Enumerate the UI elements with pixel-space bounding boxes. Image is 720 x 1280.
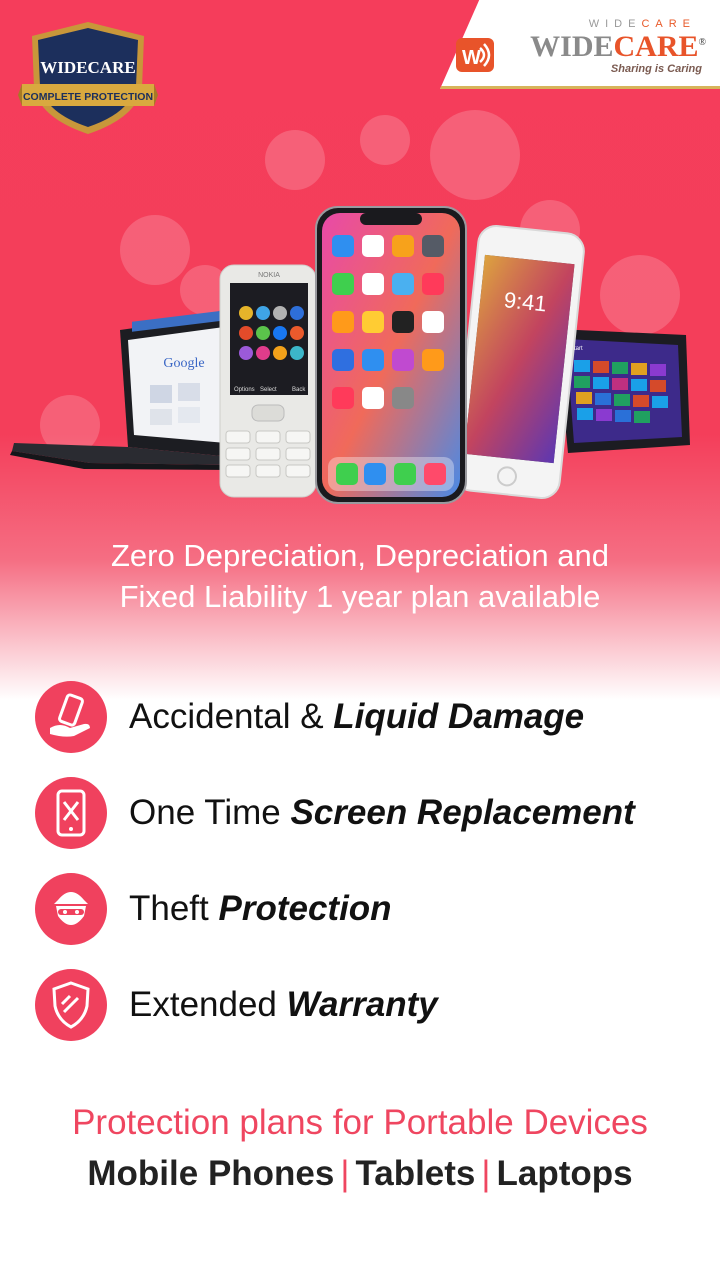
app-icon: [332, 311, 354, 333]
brand-logo: WIDECARE W WIDECARE® Sharing is Caring: [436, 0, 720, 90]
app-icon: [362, 387, 384, 409]
logo-name-a: WIDE: [530, 30, 614, 63]
shield-check-icon: [35, 969, 107, 1041]
footer-item-laptops: Laptops: [496, 1154, 633, 1193]
footer-separator: |: [481, 1154, 491, 1193]
feature-plain-text: Theft: [129, 889, 219, 928]
app-icon: [422, 235, 444, 257]
shield-badge-icon: WIDECARE COMPLETE PROTECTION: [18, 22, 158, 134]
svg-text:W: W: [462, 47, 481, 69]
nokia-softkey-mid: Select: [260, 387, 277, 393]
footer-device-list: Mobile Phones | Tablets | Laptops: [0, 1154, 720, 1194]
tablet-device: Start: [556, 329, 690, 453]
logo-wordmark: WIDECARE®: [530, 30, 706, 64]
laptop-device: Google: [10, 310, 232, 470]
logo-tagline: Sharing is Caring: [610, 63, 702, 75]
logo-top-text: WIDECARE: [589, 18, 696, 30]
app-icon: [392, 273, 414, 295]
nokia-label: NOKIA: [258, 272, 280, 279]
feature-plain-text: One Time: [129, 793, 291, 832]
nokia-softkey-left: Options: [234, 387, 255, 393]
feature-plain-text: Extended: [129, 985, 287, 1024]
bokeh-light: [360, 115, 410, 165]
badge-subtitle: COMPLETE PROTECTION: [23, 91, 153, 103]
feature-item-liquid-damage: Accidental & Liquid Damage: [35, 681, 715, 753]
feature-bold-text: Warranty: [286, 985, 438, 1024]
app-icon: [392, 387, 414, 409]
feature-text: Extended Warranty: [129, 985, 438, 1025]
footer-item-mobile-phones: Mobile Phones: [87, 1154, 335, 1193]
feature-plain-text: Accidental &: [129, 697, 334, 736]
feature-bold-text: Screen Replacement: [290, 793, 635, 832]
app-icon: [332, 235, 354, 257]
app-icon: [332, 387, 354, 409]
app-icon: [422, 273, 444, 295]
feature-text: Theft Protection: [129, 889, 392, 929]
logo-top-a: WIDE: [588, 18, 642, 30]
app-icon: [362, 311, 384, 333]
app-icon: [362, 235, 384, 257]
app-icon: [392, 349, 414, 371]
app-icon: [392, 235, 414, 257]
bokeh-light: [430, 110, 520, 200]
feature-text: Accidental & Liquid Damage: [129, 697, 584, 737]
hero-line-1: Zero Depreciation, Depreciation and: [111, 538, 609, 573]
app-icon: [362, 349, 384, 371]
phone-repair-icon: [35, 777, 107, 849]
feature-phone-device: NOKIA Options Select Back: [219, 264, 317, 498]
widecare-badge: WIDECARE COMPLETE PROTECTION: [18, 18, 158, 138]
hero-headline: Zero Depreciation, Depreciation and Fixe…: [0, 535, 720, 617]
feature-bold-text: Liquid Damage: [333, 697, 585, 736]
app-icon: [332, 273, 354, 295]
laptop-google-text: Google: [163, 356, 204, 371]
feature-item-screen-replacement: One Time Screen Replacement: [35, 777, 715, 849]
feature-bold-text: Protection: [218, 889, 392, 928]
footer-item-tablets: Tablets: [355, 1154, 476, 1193]
logo-name-b: CARE: [613, 30, 699, 63]
hero-line-2: Fixed Liability 1 year plan available: [119, 579, 601, 614]
footer-tagline: Protection plans for Portable Devices: [72, 1103, 648, 1142]
devices-illustration: Google NOKIA Options Select Back Start 9…: [10, 206, 690, 504]
feature-item-theft-protection: Theft Protection: [35, 873, 715, 945]
hand-phone-icon: [35, 681, 107, 753]
app-icon: [422, 349, 444, 371]
nokia-softkey-right: Back: [292, 387, 306, 393]
smartphone-lock-time: 9:41: [503, 287, 548, 316]
feature-item-extended-warranty: Extended Warranty: [35, 969, 715, 1041]
app-icon: [392, 311, 414, 333]
wifi-logo-icon: W: [456, 38, 494, 72]
white-smartphone-device: 9:41: [453, 224, 585, 500]
logo-top-b: CARE: [641, 18, 696, 30]
center-smartphone-device: [315, 206, 467, 504]
app-icon: [422, 311, 444, 333]
thief-icon: [35, 873, 107, 945]
footer-separator: |: [340, 1154, 350, 1193]
app-icon: [332, 349, 354, 371]
bokeh-light: [265, 130, 325, 190]
app-icon: [362, 273, 384, 295]
logo-reg-mark: ®: [698, 37, 706, 48]
badge-title: WIDECARE: [40, 58, 135, 77]
feature-text: One Time Screen Replacement: [129, 793, 635, 833]
